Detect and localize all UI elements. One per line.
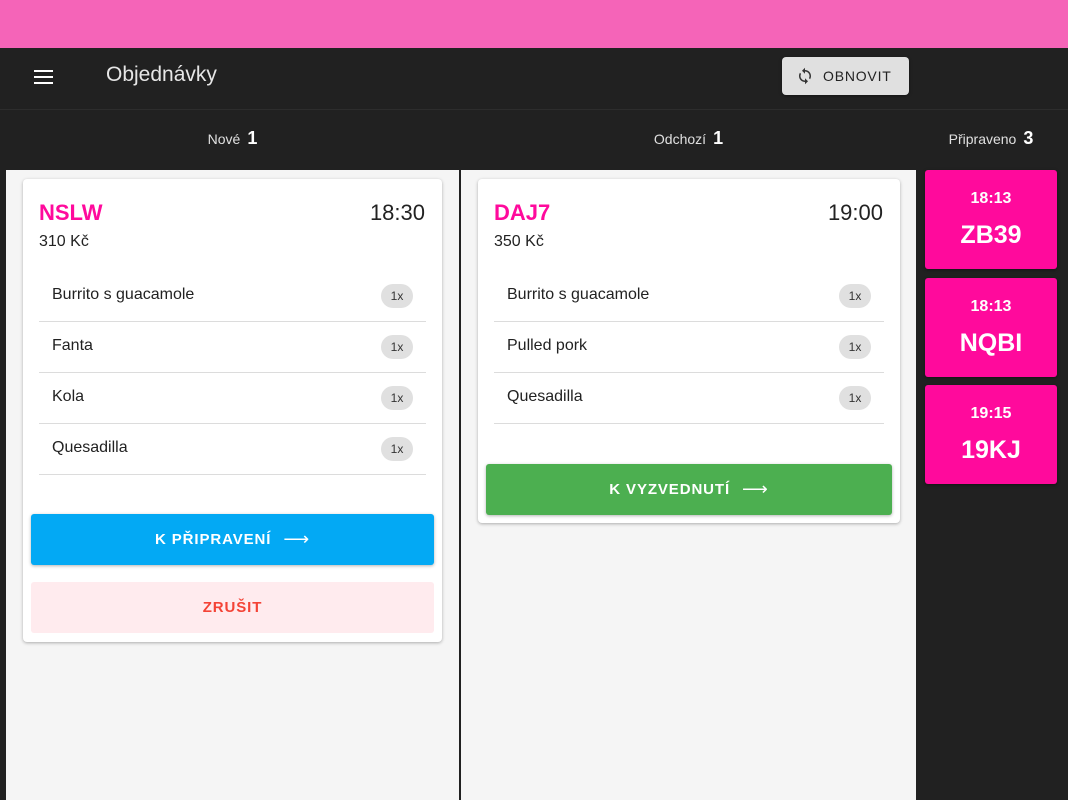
column-header-ready: Připraveno 3: [920, 128, 1062, 154]
ready-order-card[interactable]: 18:13 ZB39: [925, 170, 1057, 269]
refresh-button[interactable]: OBNOVIT: [782, 57, 909, 95]
arrow-right-icon: ⟶: [742, 479, 769, 499]
item-name: Burrito s guacamole: [507, 286, 650, 303]
column-label: Nové: [207, 131, 241, 147]
order-card: NSLW 18:30 310 Kč Burrito s guacamole 1x…: [23, 179, 442, 642]
quantity-badge: 1x: [381, 284, 413, 308]
menu-icon: [34, 70, 53, 72]
list-item: Burrito s guacamole 1x: [494, 271, 884, 322]
ready-order-card[interactable]: 18:13 NQBI: [925, 278, 1057, 377]
status-bar: [0, 0, 1068, 48]
list-item: Burrito s guacamole 1x: [39, 271, 426, 322]
button-label: K VYZVEDNUTÍ: [609, 481, 731, 498]
ready-order-code: 19KJ: [961, 436, 1021, 464]
column-header-outgoing: Odchozí 1: [461, 128, 916, 154]
cancel-button[interactable]: ZRUŠIT: [31, 582, 434, 633]
item-name: Burrito s guacamole: [52, 286, 195, 303]
to-pickup-button[interactable]: K VYZVEDNUTÍ ⟶: [486, 464, 892, 515]
order-code: DAJ7: [494, 200, 551, 225]
ready-order-code: NQBI: [959, 329, 1023, 357]
ready-order-time: 18:13: [970, 298, 1012, 315]
app-bar: Objednávky OBNOVIT: [0, 48, 1068, 110]
column-label: Odchozí: [653, 131, 707, 147]
ready-order-code: ZB39: [960, 221, 1022, 249]
arrow-right-icon: ⟶: [283, 529, 311, 549]
order-items: Burrito s guacamole 1x Pulled pork 1x Qu…: [494, 271, 884, 424]
quantity-badge: 1x: [839, 284, 871, 308]
order-code: NSLW: [39, 200, 103, 225]
order-price: 310 Kč: [39, 233, 89, 250]
item-name: Kola: [52, 388, 85, 405]
column-header-new: Nové 1: [6, 128, 459, 154]
page-title: Objednávky: [106, 63, 217, 86]
column-count: 3: [1023, 128, 1034, 148]
column-count: 1: [247, 128, 258, 148]
button-label: ZRUŠIT: [202, 599, 263, 616]
list-item: Quesadilla 1x: [39, 424, 426, 475]
order-items: Burrito s guacamole 1x Fanta 1x Kola 1x …: [39, 271, 426, 475]
quantity-badge: 1x: [839, 386, 871, 410]
quantity-badge: 1x: [381, 437, 413, 461]
column-count: 1: [713, 128, 724, 148]
ready-order-time: 18:13: [970, 190, 1012, 207]
list-item: Fanta 1x: [39, 322, 426, 373]
menu-icon-bar: [34, 82, 53, 84]
item-name: Pulled pork: [507, 337, 588, 354]
list-item: Kola 1x: [39, 373, 426, 424]
item-name: Fanta: [52, 337, 93, 354]
order-time: 19:00: [827, 200, 883, 225]
list-item: Pulled pork 1x: [494, 322, 884, 373]
refresh-icon: [799, 67, 811, 85]
item-name: Quesadilla: [52, 439, 128, 456]
list-item: Quesadilla 1x: [494, 373, 884, 424]
refresh-button-label: OBNOVIT: [823, 68, 892, 84]
ready-order-card[interactable]: 19:15 19KJ: [925, 385, 1057, 484]
order-price: 350 Kč: [494, 233, 544, 250]
quantity-badge: 1x: [381, 335, 413, 359]
to-prepare-button[interactable]: K PŘIPRAVENÍ ⟶: [31, 514, 434, 565]
column-label: Připraveno: [948, 131, 1017, 147]
button-label: K PŘIPRAVENÍ: [154, 531, 272, 548]
quantity-badge: 1x: [839, 335, 871, 359]
order-time: 18:30: [369, 200, 425, 225]
menu-button[interactable]: [26, 62, 60, 92]
item-name: Quesadilla: [507, 388, 583, 405]
quantity-badge: 1x: [381, 386, 413, 410]
ready-order-time: 19:15: [970, 405, 1012, 422]
menu-icon-bar: [34, 76, 53, 78]
